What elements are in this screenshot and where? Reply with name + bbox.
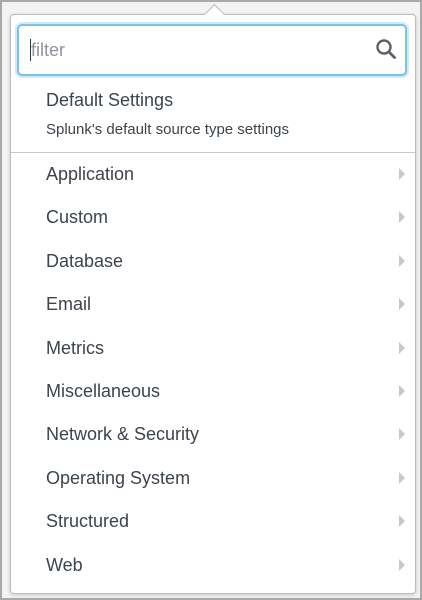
category-item-network-security[interactable]: Network & Security [11, 413, 415, 456]
category-item-custom[interactable]: Custom [11, 196, 415, 239]
category-item-database[interactable]: Database [11, 240, 415, 283]
category-item-email[interactable]: Email [11, 283, 415, 326]
category-item-application[interactable]: Application [11, 153, 415, 196]
category-label: Operating System [46, 467, 191, 488]
category-item-structured[interactable]: Structured [11, 500, 415, 543]
category-label: Email [46, 294, 92, 315]
chevron-right-icon [399, 384, 405, 397]
search-box[interactable] [17, 24, 407, 76]
category-item-metrics[interactable]: Metrics [11, 327, 415, 370]
chevron-right-icon [399, 341, 405, 354]
default-settings-description: Splunk's default source type settings [46, 121, 290, 138]
chevron-right-icon [399, 558, 405, 571]
search-icon[interactable] [375, 38, 397, 60]
chevron-right-icon [399, 211, 405, 224]
category-label: Application [46, 164, 135, 184]
default-settings-title: Default Settings [46, 90, 174, 110]
window-frame: Default Settings Splunk's default source… [0, 0, 422, 600]
text-cursor [30, 39, 31, 61]
chevron-right-icon [399, 254, 405, 267]
category-label: Custom [46, 207, 109, 228]
category-label: Web [46, 554, 83, 575]
filter-input[interactable] [29, 26, 361, 74]
category-label: Network & Security [46, 424, 200, 445]
source-type-dropdown: Default Settings Splunk's default source… [10, 3, 416, 594]
category-label: Database [46, 250, 124, 271]
category-item-miscellaneous[interactable]: Miscellaneous [11, 370, 415, 413]
chevron-right-icon [399, 428, 405, 441]
chevron-right-icon [399, 515, 405, 528]
chevron-right-icon [399, 298, 405, 311]
chevron-right-icon [399, 471, 405, 484]
category-list: Application Custom Database Email Metric… [11, 153, 415, 587]
category-label: Structured [46, 511, 130, 532]
default-settings-option[interactable]: Default Settings Splunk's default source… [11, 90, 415, 152]
category-item-operating-system[interactable]: Operating System [11, 457, 415, 500]
popover-caret [203, 3, 226, 26]
category-item-web[interactable]: Web [11, 544, 415, 587]
category-label: Metrics [46, 337, 104, 358]
category-label: Miscellaneous [46, 380, 161, 401]
chevron-right-icon [399, 168, 405, 180]
